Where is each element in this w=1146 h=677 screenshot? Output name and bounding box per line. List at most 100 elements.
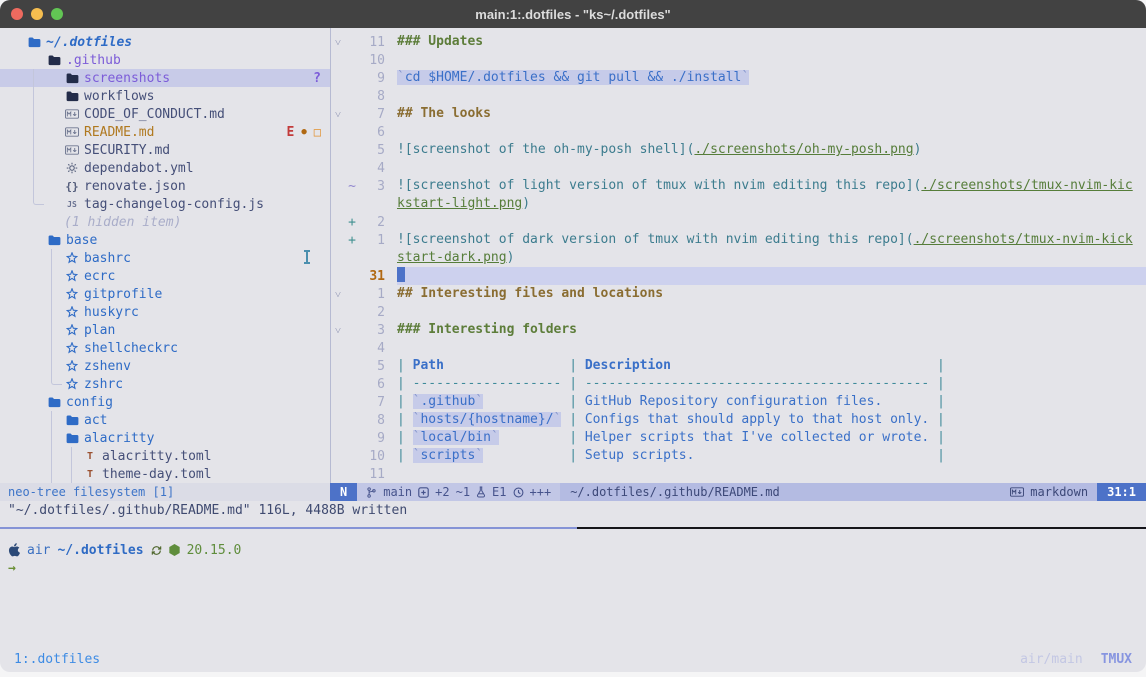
close-button[interactable] [11,8,23,20]
line-text: ### Updates [397,33,1146,51]
line-number: 6 [359,125,385,140]
tree-item--github[interactable]: .github [0,51,330,69]
syntax-segment: ----------------------------------------… [585,376,929,391]
editor-line[interactable]: 9`cd $HOME/.dotfiles && git pull && ./in… [331,69,1146,87]
editor-line[interactable]: 6| ------------------- | ---------------… [331,375,1146,393]
fold-marker[interactable]: ˅ [331,108,345,121]
star-icon [64,252,80,264]
gitsign [345,413,359,428]
gitsign [345,125,359,140]
tree-item-gitprofile[interactable]: gitprofile [0,285,330,303]
editor-line[interactable]: +1 ![screenshot of dark version of tmux w… [331,231,1146,249]
line-number: 1 [359,233,385,248]
line-text: | `.github` | GitHub Repository configur… [397,393,1146,411]
prompt-input[interactable]: → [8,559,1146,577]
editor-line[interactable]: 2 [331,303,1146,321]
tree-item-act[interactable]: act [0,411,330,429]
editor-line[interactable]: 5![screenshot of the oh-my-posh shell](.… [331,141,1146,159]
gitsign [345,359,359,374]
editor-line[interactable]: 4 [331,159,1146,177]
shell-pane[interactable]: air ~/.dotfiles 20.15.0 → [0,529,1146,646]
editor-line[interactable]: 7| `.github` | GitHub Repository configu… [331,393,1146,411]
tree-item-readme-md[interactable]: README.mdE●□ [0,123,330,141]
tree-item-theme-day-toml[interactable]: Ttheme-day.toml [0,465,330,483]
syntax-segment: Description [585,358,671,373]
tree-item-screenshots[interactable]: screenshots? [0,69,330,87]
editor-line[interactable]: ˅ 1## Interesting files and locations [331,285,1146,303]
editor-line[interactable]: 31 [331,267,1146,285]
tree-item-renovate-json[interactable]: {}renovate.json [0,177,330,195]
zoom-button[interactable] [51,8,63,20]
editor-line[interactable]: ˅ 3### Interesting folders [331,321,1146,339]
fold-marker [331,90,345,103]
tree-item-zshenv[interactable]: zshenv [0,357,330,375]
tree-item-huskyrc[interactable]: huskyrc [0,303,330,321]
gitsign [345,197,359,212]
tree-item-shellcheckrc[interactable]: shellcheckrc [0,339,330,357]
tree-item-config[interactable]: config [0,393,330,411]
tree-item-ecrc[interactable]: ecrc [0,267,330,285]
titlebar[interactable]: main:1:.dotfiles - "ks~/.dotfiles" [0,0,1146,28]
folder-icon [46,55,62,66]
editor-line[interactable]: 6 [331,123,1146,141]
syntax-segment: | [397,358,413,373]
editor-line[interactable]: ˅ 7## The looks [331,105,1146,123]
tree-item-tag-changelog-config-js[interactable]: JStag-changelog-config.js [0,195,330,213]
tmux-pane-border[interactable] [0,527,1146,529]
line-number: 31 [359,269,385,284]
fold-marker[interactable]: ˅ [331,36,345,49]
syntax-segment [694,448,929,463]
js-icon: JS [64,200,80,209]
tree-item--dotfiles[interactable]: ~/.dotfiles [0,33,330,51]
gitsign: + [345,233,359,248]
syntax-segment: ) [522,196,530,211]
editor-line[interactable]: ˅ 11### Updates [331,33,1146,51]
editor-line[interactable]: 8| `hosts/{hostname}/` | Configs that sh… [331,411,1146,429]
editor-line[interactable]: 11 [331,465,1146,483]
tmux-window-item[interactable]: 1:.dotfiles [14,652,100,667]
editor-line[interactable]: 4 [331,339,1146,357]
editor-line[interactable]: 8 [331,87,1146,105]
tree-item-zshrc[interactable]: zshrc [0,375,330,393]
minimize-button[interactable] [31,8,43,20]
fold-marker [331,396,345,409]
tree-item-dependabot-yml[interactable]: dependabot.yml [0,159,330,177]
tree-item-workflows[interactable]: workflows [0,87,330,105]
line-text [397,465,1146,483]
editor-line[interactable]: +2 [331,213,1146,231]
fold-marker[interactable]: ˅ [331,288,345,301]
editor-line[interactable]: 10| `scripts` | Setup scripts. | [331,447,1146,465]
tree-item-alacritty-toml[interactable]: Talacritty.toml [0,447,330,465]
gitsign [345,449,359,464]
tmux-status-bar: 1:.dotfiles air/main TMUX [0,646,1146,672]
tree-item-security-md[interactable]: SECURITY.md [0,141,330,159]
tree-item-label: workflows [84,89,154,104]
tree-item-alacritty[interactable]: alacritty [0,429,330,447]
editor-line[interactable]: ~3![screenshot of light version of tmux … [331,177,1146,195]
indent-guide [71,447,82,483]
editor-pane[interactable]: ˅ 11### Updates 10 9`cd $HOME/.dotfiles … [330,28,1146,483]
git-status-mark: E [287,125,295,140]
syntax-segment: ### Interesting folders [397,322,577,337]
editor-line[interactable]: 10 [331,51,1146,69]
fold-marker[interactable]: ˅ [331,324,345,337]
tree-item-bashrc[interactable]: bashrc [0,249,330,267]
gitsign [345,395,359,410]
syntax-segment: | [561,430,584,445]
tree-item-label: dependabot.yml [84,161,194,176]
syntax-segment: ` [475,394,483,409]
line-text: ![screenshot of dark version of tmux wit… [397,231,1146,249]
tree-item--1-hidden-item-[interactable]: (1 hidden item) [0,213,330,231]
fold-marker [331,72,345,85]
editor-line[interactable]: 9| `local/bin` | Helper scripts that I'v… [331,429,1146,447]
tree-item-code-of-conduct-md[interactable]: CODE_OF_CONDUCT.md [0,105,330,123]
tree-item-base[interactable]: base [0,231,330,249]
gitsign [345,341,359,356]
tree-item-plan[interactable]: plan [0,321,330,339]
tmux-badge: TMUX [1101,652,1132,667]
editor-line[interactable]: start-dark.png) [331,249,1146,267]
editor-line[interactable]: 5| Path | Description | [331,357,1146,375]
neo-tree-panel[interactable]: ~/.dotfiles.githubscreenshots? workflowsC… [0,28,330,483]
editor-line[interactable]: kstart-light.png) [331,195,1146,213]
syntax-segment: | [397,394,413,409]
